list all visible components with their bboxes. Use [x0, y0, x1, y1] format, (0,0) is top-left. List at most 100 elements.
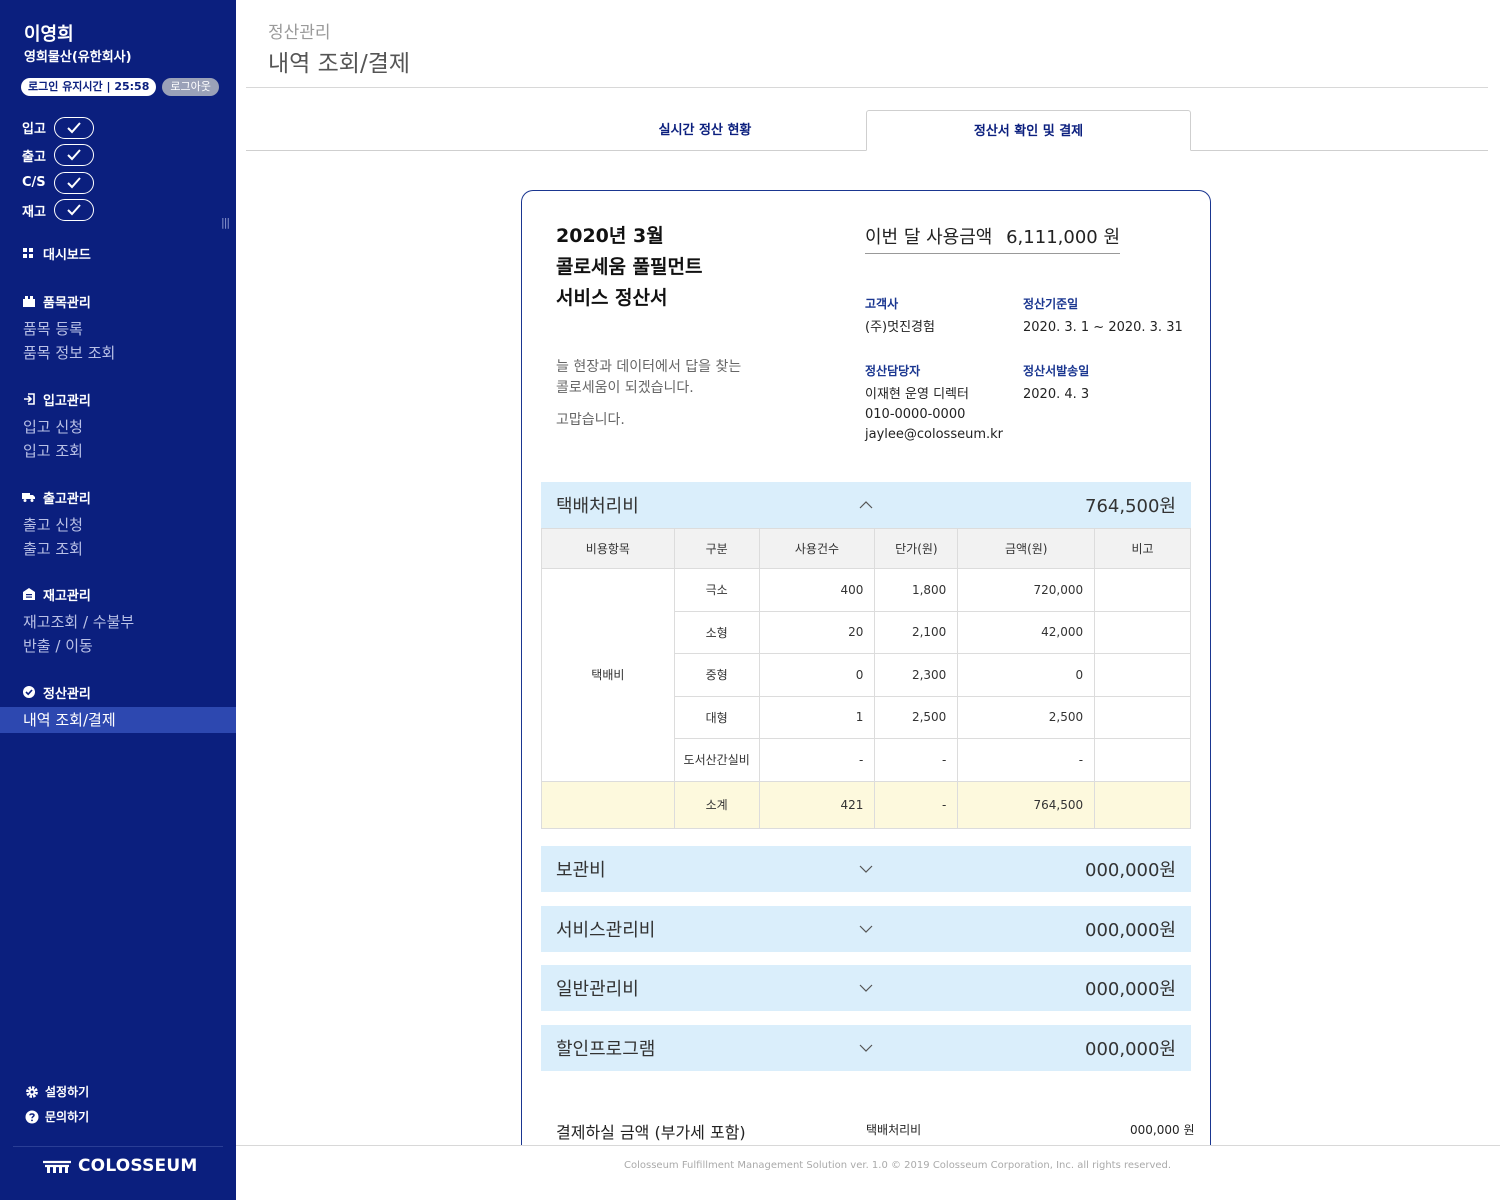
nav-section-settlement: 정산관리	[22, 682, 91, 702]
check-row-inventory: 재고	[22, 197, 94, 225]
help-icon	[25, 1110, 39, 1123]
type-cell: 극소	[673, 568, 760, 612]
subtotal-unit: -	[874, 780, 959, 829]
sidebar-collapse-handle-icon[interactable]: |||	[221, 216, 230, 229]
manager-phone: 010-0000-0000	[865, 407, 966, 422]
nav-dashboard[interactable]: 대시보드	[22, 243, 91, 263]
sidebar-bottom-links: 설정하기 문의하기	[25, 1079, 89, 1129]
period-label: 정산기준일	[1023, 297, 1079, 311]
accordion-amount: 000,000원	[1085, 1039, 1176, 1060]
manager-email[interactable]: jaylee@colosseum.kr	[865, 425, 1003, 445]
usage-amount: 6,111,000 원	[1006, 227, 1120, 248]
accordion-amount: 764,500원	[1085, 496, 1176, 517]
app-root: 이영희 영희물산(유한회사) 로그인 유지시간 | 25:58 로그아웃 입고 …	[0, 0, 1500, 1200]
settings-label: 설정하기	[45, 1085, 90, 1099]
inquiry-link[interactable]: 문의하기	[25, 1104, 89, 1129]
accordion-amount: 000,000원	[1085, 920, 1176, 941]
check-row-cs: C/S	[22, 169, 94, 197]
customer-label: 고객사	[865, 297, 899, 311]
accordion-general-management[interactable]: 일반관리비 000,000원	[541, 965, 1191, 1011]
nav-head: 입고관리	[22, 389, 91, 409]
gear-icon	[26, 1085, 38, 1098]
accordion-discount-program[interactable]: 할인프로그램 000,000원	[541, 1025, 1191, 1071]
note-cell	[1094, 738, 1191, 782]
accordion-label: 택배처리비	[556, 496, 639, 517]
nav-item-product-register[interactable]: 품목 등록	[23, 317, 115, 341]
check-label: 재고	[22, 204, 46, 220]
count-cell: 20	[758, 610, 876, 654]
page-title: 내역 조회/결제	[268, 51, 411, 77]
user-name: 이영희	[24, 24, 74, 45]
subtotal-label: 소계	[673, 780, 760, 829]
check-label: C/S	[22, 175, 46, 191]
nav-outbound-title: 출고관리	[43, 491, 91, 507]
brand-logo: COLOSSEUM	[42, 1156, 197, 1176]
table-row: 택배비 극소 400 1,800 720,000	[541, 568, 1191, 782]
period-value: 2020. 3. 1 ~ 2020. 3. 31	[1023, 320, 1183, 335]
check-toggle-outbound[interactable]	[54, 144, 94, 167]
customer-value: (주)멋진경험	[865, 320, 935, 335]
monthly-usage: 이번 달 사용금액 6,111,000 원	[865, 223, 1120, 254]
check-circle-icon	[22, 686, 35, 699]
amount-cell: 42,000	[957, 610, 1096, 654]
check-toggle-inventory[interactable]	[54, 199, 94, 222]
check-toggle-inbound[interactable]	[54, 116, 94, 139]
message-line: 늘 현장과 데이터에서 답을 찾는	[556, 359, 742, 375]
header-divider	[246, 87, 1488, 88]
column-header: 단가(원)	[874, 528, 959, 569]
invoice-title-line: 콜로세움 풀필먼트	[556, 256, 703, 278]
unit-price-cell: 2,500	[874, 695, 959, 739]
unit-price-cell: -	[874, 738, 959, 782]
nav-section-inbound: 입고관리 입고 신청 입고 조회	[22, 389, 91, 463]
delivery-fee-table: 비용항목 구분 사용건수 단가(원) 금액(원) 비고 택배비 극소 400 1…	[541, 528, 1191, 829]
sidebar-divider	[13, 1146, 223, 1147]
accordion-amount: 000,000원	[1085, 979, 1176, 1000]
nav-item-inventory-move[interactable]: 반출 / 이동	[23, 634, 134, 658]
type-cell: 소형	[673, 610, 760, 654]
check-icon	[67, 204, 81, 216]
nav-product-title: 품목관리	[43, 295, 91, 311]
nav-item-inbound-request[interactable]: 입고 신청	[23, 415, 91, 439]
count-cell: 1	[758, 695, 876, 739]
accordion-amount: 000,000원	[1085, 860, 1176, 881]
subtotal-row: 소계 421 - 764,500	[541, 780, 1191, 829]
check-label: 출고	[22, 149, 46, 165]
chevron-up-icon	[859, 501, 873, 509]
nav-item-inbound-list[interactable]: 입고 조회	[23, 439, 91, 463]
logout-button[interactable]: 로그아웃	[162, 78, 219, 96]
nav-item-settlement-history[interactable]: 내역 조회/결제	[0, 707, 236, 733]
nav-item-product-info[interactable]: 품목 정보 조회	[23, 341, 115, 365]
fee-item-cell: 택배비	[541, 568, 675, 782]
amount-cell: 0	[957, 653, 1096, 697]
nav-item-outbound-request[interactable]: 출고 신청	[23, 513, 91, 537]
manager-name: 이재현 운영 디렉터	[865, 387, 969, 402]
dashboard-grid-icon	[22, 247, 35, 260]
nav-head: 정산관리	[22, 682, 91, 702]
message-line: 콜로세움이 되겠습니다.	[556, 380, 694, 396]
check-label: 입고	[22, 122, 46, 138]
accordion-delivery[interactable]: 택배처리비 764,500원	[541, 482, 1191, 528]
column-header: 금액(원)	[957, 528, 1096, 569]
footer: Colosseum Fulfillment Management Solutio…	[236, 1145, 1500, 1200]
accordion-service-management[interactable]: 서비스관리비 000,000원	[541, 906, 1191, 952]
count-cell: 0	[758, 653, 876, 697]
tab-invoice-payment[interactable]: 정산서 확인 및 결제	[866, 110, 1191, 151]
settings-link[interactable]: 설정하기	[25, 1079, 89, 1104]
tab-realtime-status[interactable]: 실시간 정산 현황	[545, 110, 865, 151]
nav-settlement-title: 정산관리	[43, 686, 91, 702]
type-cell: 대형	[673, 695, 760, 739]
manager-label: 정산담당자	[865, 364, 921, 378]
nav-section-product: 품목관리 품목 등록 품목 정보 조회	[22, 291, 115, 365]
column-header: 구분	[673, 528, 760, 569]
accordion-storage[interactable]: 보관비 000,000원	[541, 846, 1191, 892]
unit-price-cell: 2,300	[874, 653, 959, 697]
check-icon	[67, 177, 81, 189]
check-toggle-cs[interactable]	[54, 171, 94, 194]
sidebar: 이영희 영희물산(유한회사) 로그인 유지시간 | 25:58 로그아웃 입고 …	[0, 0, 236, 1200]
nav-item-inventory-ledger[interactable]: 재고조회 / 수불부	[23, 610, 134, 634]
sent-date-label: 정산서발송일	[1023, 364, 1090, 378]
nav-item-outbound-list[interactable]: 출고 조회	[23, 537, 91, 561]
inquiry-label: 문의하기	[45, 1110, 90, 1124]
unit-price-cell: 1,800	[874, 568, 959, 612]
payment-total-label: 결제하실 금액 (부가세 포함)	[556, 1123, 746, 1142]
